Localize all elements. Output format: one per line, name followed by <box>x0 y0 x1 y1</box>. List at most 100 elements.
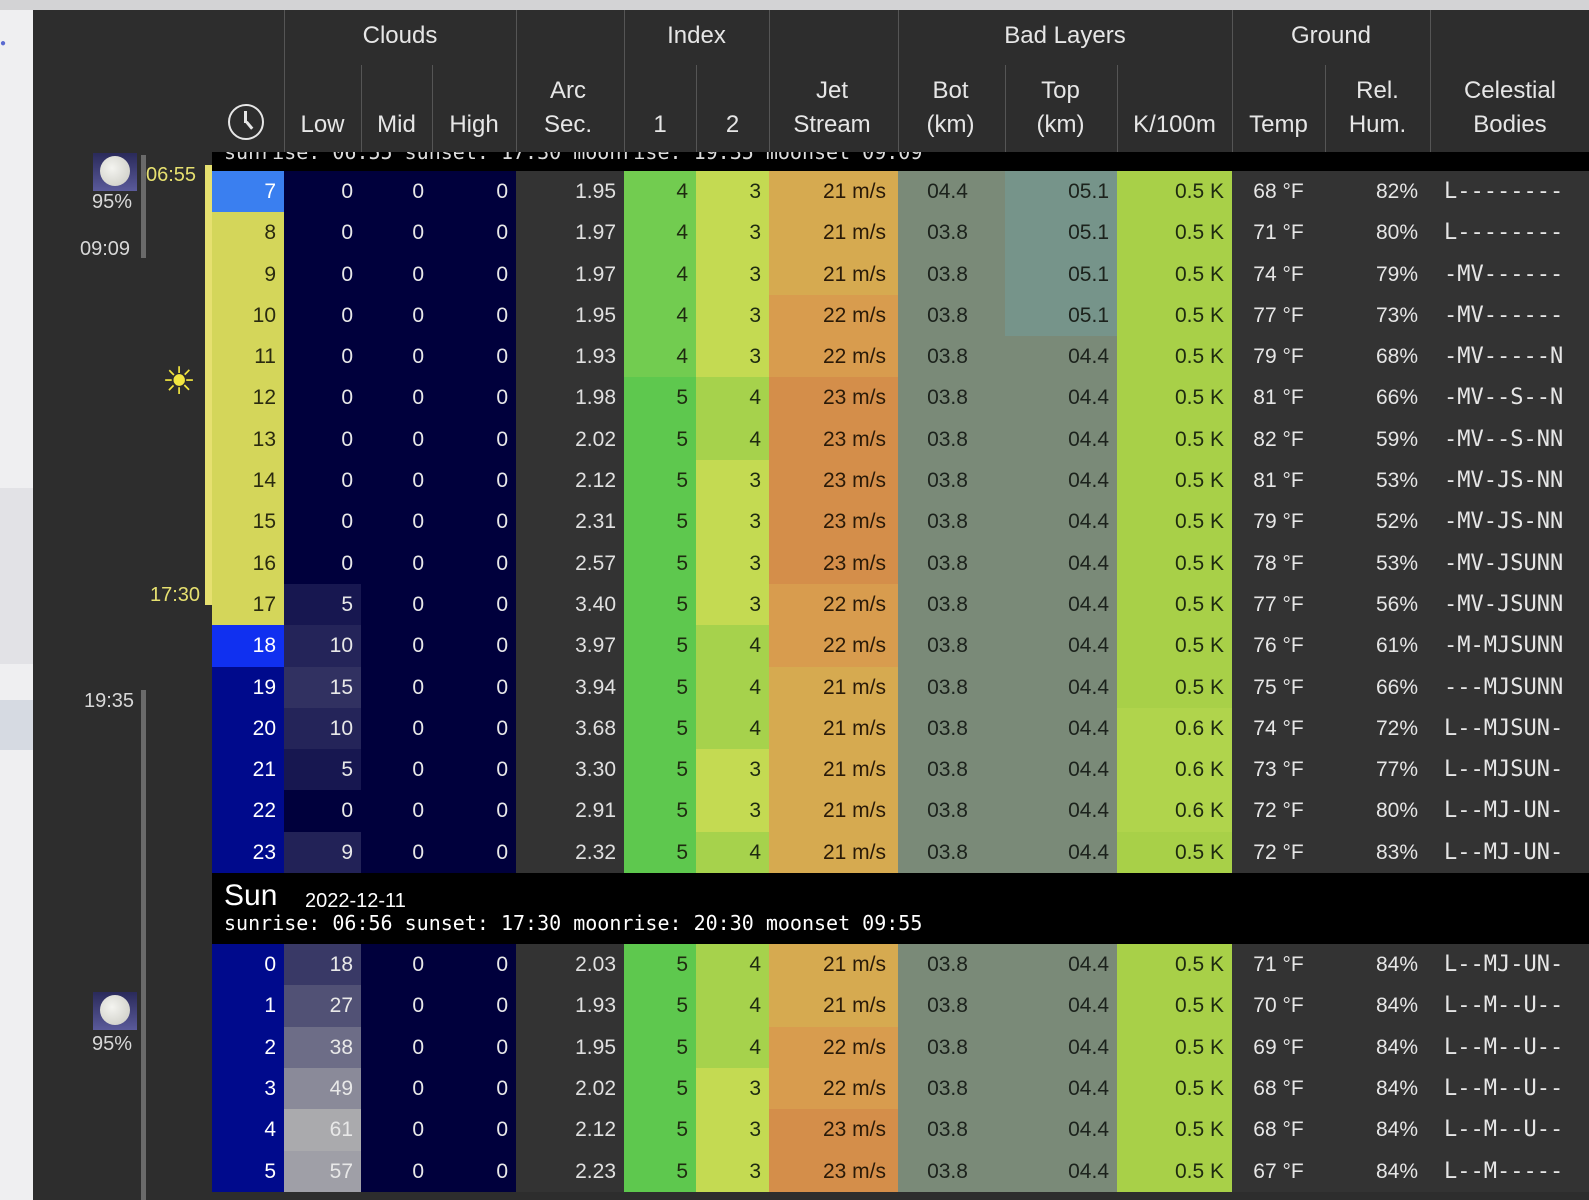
table-row[interactable]: 19 15 0 0 3.94 5 4 21 m/s 03.8 04.4 0.5 K 75 °F 66% -… <box>212 666 1589 708</box>
cloud-low-cell: 0 <box>284 790 361 832</box>
k-per-100m-cell: 0.5 K <box>1117 460 1232 502</box>
hour-cell: 13 <box>212 418 284 461</box>
table-row[interactable]: 11 0 0 0 1.93 4 3 22 m/s 03.8 04.4 0.5 K 79 °F 68% -M… <box>212 336 1589 378</box>
col-temp[interactable]: Temp <box>1232 108 1325 142</box>
table-row[interactable]: 9 0 0 0 1.97 4 3 21 m/s 03.8 05.1 0.5 K 74 °F 79% -MV… <box>212 253 1589 295</box>
table-row[interactable]: 22 0 0 0 2.91 5 3 21 m/s 03.8 04.4 0.6 K 72 °F 80% L-… <box>212 790 1589 832</box>
col-index-2[interactable]: 2 <box>696 108 769 142</box>
hour-cell: 14 <box>212 460 284 502</box>
index-2-cell: 4 <box>696 944 769 986</box>
table-row[interactable]: 1 27 0 0 1.93 5 4 21 m/s 03.8 04.4 0.5 K 70 °F 84% L-… <box>212 985 1589 1027</box>
rel-hum-cell: 84% <box>1325 1067 1430 1110</box>
table-row[interactable]: 0 18 0 0 2.03 5 4 21 m/s 03.8 04.4 0.5 K 71 °F 84% L-… <box>212 944 1589 986</box>
sun-moon-times: sunrise: 06:56 sunset: 17:30 moonrise: 2… <box>224 911 923 936</box>
cloud-high-cell: 0 <box>432 985 516 1027</box>
col-index-1[interactable]: 1 <box>624 108 696 142</box>
table-row[interactable]: 3 49 0 0 2.02 5 3 22 m/s 03.8 04.4 0.5 K 68 °F 84% L-… <box>212 1067 1589 1110</box>
temp-cell: 70 °F <box>1232 985 1325 1027</box>
table-row[interactable]: 7 0 0 0 1.95 4 3 21 m/s 04.4 05.1 0.5 K 68 °F 82% L--… <box>212 171 1589 213</box>
arc-sec-cell: 3.40 <box>516 583 624 626</box>
cloud-low-cell: 49 <box>284 1067 361 1110</box>
arc-sec-cell: 1.95 <box>516 294 624 337</box>
arc-sec-cell: 2.31 <box>516 501 624 543</box>
table-row[interactable]: 10 0 0 0 1.95 4 3 22 m/s 03.8 05.1 0.5 K 77 °F 73% -M… <box>212 294 1589 337</box>
index-1-cell: 4 <box>624 253 696 295</box>
bad-bot-cell: 03.8 <box>898 944 1005 986</box>
cloud-high-cell: 0 <box>432 749 516 791</box>
cloud-mid-cell: 0 <box>361 625 432 667</box>
col-celestial[interactable]: Celestial Bodies <box>1445 74 1575 142</box>
table-row[interactable]: 8 0 0 0 1.97 4 3 21 m/s 03.8 05.1 0.5 K 71 °F 80% L--… <box>212 212 1589 254</box>
table-row[interactable]: 4 61 0 0 2.12 5 3 23 m/s 03.8 04.4 0.5 K 68 °F 84% L-… <box>212 1109 1589 1151</box>
k-per-100m-cell: 0.5 K <box>1117 666 1232 708</box>
index-1-cell: 5 <box>624 749 696 791</box>
table-row[interactable]: 13 0 0 0 2.02 5 4 23 m/s 03.8 04.4 0.5 K 82 °F 59% -M… <box>212 418 1589 461</box>
cloud-high-cell: 0 <box>432 418 516 461</box>
celestial-cell: L-------- <box>1430 212 1589 254</box>
cloud-low-cell: 10 <box>284 707 361 750</box>
bad-top-cell: 04.4 <box>1005 944 1117 986</box>
index-2-cell: 3 <box>696 501 769 543</box>
col-k-per-100m[interactable]: K/100m <box>1117 108 1232 142</box>
moon-illumination: 95% <box>92 1033 133 1055</box>
temp-cell: 78 °F <box>1232 542 1325 584</box>
table-row[interactable]: 16 0 0 0 2.57 5 3 23 m/s 03.8 04.4 0.5 K 78 °F 53% -M… <box>212 542 1589 584</box>
index-1-cell: 5 <box>624 542 696 584</box>
sun-moon-times: sunrise: 06:55 sunset: 17:30 moonrise: 1… <box>224 152 923 164</box>
jet-stream-cell: 21 m/s <box>769 790 898 832</box>
sunset-time: 17:30 <box>150 584 201 606</box>
arc-sec-cell: 3.30 <box>516 749 624 791</box>
k-per-100m-cell: 0.5 K <box>1117 542 1232 584</box>
hour-cell: 20 <box>212 707 284 750</box>
bad-top-cell: 04.4 <box>1005 831 1117 874</box>
table-row[interactable]: 5 57 0 0 2.23 5 3 23 m/s 03.8 04.4 0.5 K 67 °F 84% L-… <box>212 1150 1589 1192</box>
jet-stream-cell: 21 m/s <box>769 253 898 295</box>
table-row[interactable]: 21 5 0 0 3.30 5 3 21 m/s 03.8 04.4 0.6 K 73 °F 77% L-… <box>212 749 1589 791</box>
col-mid[interactable]: Mid <box>361 108 432 142</box>
index-2-cell: 3 <box>696 253 769 295</box>
col-rel-hum[interactable]: Rel. Hum. <box>1335 74 1420 142</box>
k-per-100m-cell: 0.5 K <box>1117 418 1232 461</box>
rel-hum-cell: 84% <box>1325 1026 1430 1068</box>
k-per-100m-cell: 0.5 K <box>1117 583 1232 626</box>
cloud-low-cell: 61 <box>284 1109 361 1151</box>
index-2-cell: 3 <box>696 583 769 626</box>
table-row[interactable]: 17 5 0 0 3.40 5 3 22 m/s 03.8 04.4 0.5 K 77 °F 56% -M… <box>212 583 1589 626</box>
table-row[interactable]: 2 38 0 0 1.95 5 4 22 m/s 03.8 04.4 0.5 K 69 °F 84% L-… <box>212 1026 1589 1068</box>
cloud-high-cell: 0 <box>432 1150 516 1192</box>
cloud-high-cell: 0 <box>432 212 516 254</box>
bad-top-cell: 04.4 <box>1005 666 1117 708</box>
bad-top-cell: 05.1 <box>1005 171 1117 213</box>
group-ground: Ground <box>1290 22 1372 49</box>
table-row[interactable]: 18 10 0 0 3.97 5 4 22 m/s 03.8 04.4 0.5 K 76 °F 61% -… <box>212 625 1589 667</box>
col-low[interactable]: Low <box>284 108 361 142</box>
col-jet-stream[interactable]: Jet Stream <box>782 74 882 142</box>
table-row[interactable]: 23 9 0 0 2.32 5 4 21 m/s 03.8 04.4 0.5 K 72 °F 83% L-… <box>212 831 1589 874</box>
index-2-cell: 4 <box>696 666 769 708</box>
table-row[interactable]: 20 10 0 0 3.68 5 4 21 m/s 03.8 04.4 0.6 K 74 °F 72% L… <box>212 707 1589 750</box>
sunrise-time: 06:55 <box>146 164 197 186</box>
jet-stream-cell: 22 m/s <box>769 1026 898 1068</box>
bad-bot-cell: 03.8 <box>898 1067 1005 1110</box>
bad-bot-cell: 03.8 <box>898 625 1005 667</box>
k-per-100m-cell: 0.5 K <box>1117 253 1232 295</box>
temp-cell: 67 °F <box>1232 1150 1325 1192</box>
col-arc-sec[interactable]: Arc Sec. <box>523 74 613 142</box>
table-row[interactable]: 15 0 0 0 2.31 5 3 23 m/s 03.8 04.4 0.5 K 79 °F 52% -M… <box>212 501 1589 543</box>
col-bot[interactable]: Bot (km) <box>908 74 993 142</box>
bad-bot-cell: 03.8 <box>898 666 1005 708</box>
bad-bot-cell: 03.8 <box>898 831 1005 874</box>
table-row[interactable]: 12 0 0 0 1.98 5 4 23 m/s 03.8 04.4 0.5 K 81 °F 66% -M… <box>212 377 1589 419</box>
cloud-low-cell: 0 <box>284 171 361 213</box>
k-per-100m-cell: 0.5 K <box>1117 985 1232 1027</box>
table-row[interactable]: 14 0 0 0 2.12 5 3 23 m/s 03.8 04.4 0.5 K 81 °F 53% -M… <box>212 460 1589 502</box>
cloud-low-cell: 0 <box>284 336 361 378</box>
col-high[interactable]: High <box>432 108 516 142</box>
k-per-100m-cell: 0.5 K <box>1117 212 1232 254</box>
col-top[interactable]: Top (km) <box>1018 74 1103 142</box>
celestial-cell: L--MJ-UN- <box>1430 831 1589 874</box>
hour-cell: 0 <box>212 944 284 986</box>
rel-hum-cell: 61% <box>1325 625 1430 667</box>
cloud-high-cell: 0 <box>432 790 516 832</box>
temp-cell: 74 °F <box>1232 707 1325 750</box>
